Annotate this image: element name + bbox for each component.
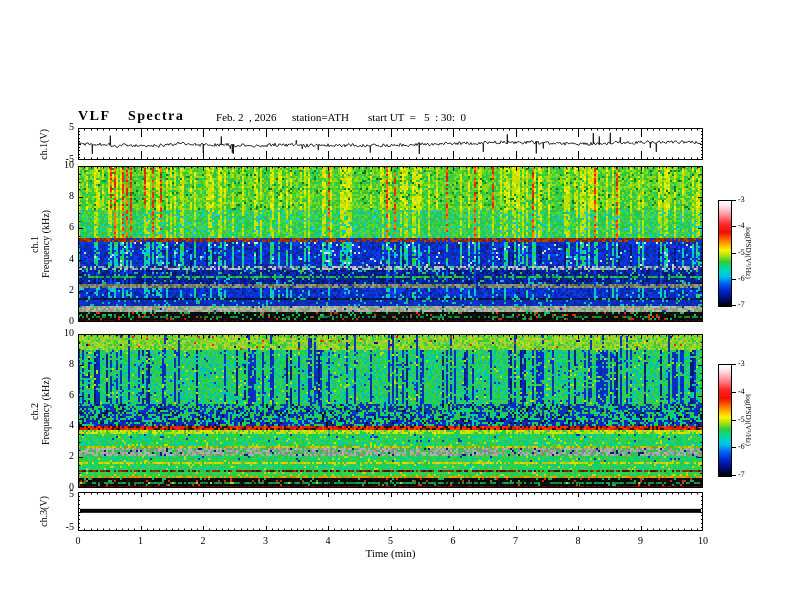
y-tick-label: -5	[65, 154, 74, 165]
ch2-spectrogram-panel	[78, 334, 703, 488]
y-tick-label: 2	[69, 451, 74, 463]
colorbar-tick-mark	[732, 391, 736, 393]
colorbar-tick-label: -5	[738, 247, 745, 257]
ch3-waveform-panel	[78, 492, 703, 531]
colorbar-tick-mark	[732, 475, 736, 476]
colorbar-tick-label: -6	[738, 442, 745, 452]
colorbar-tick-mark	[732, 419, 736, 421]
colorbar-tick-mark	[732, 226, 736, 228]
colorbar-tick-label: -7	[738, 300, 745, 309]
y-tick-label: 6	[69, 389, 74, 401]
ch3-volt-axis-title: ch.3(V)	[36, 492, 52, 531]
colorbar-1-title: log(PSD)(V²/Hz)	[744, 226, 753, 279]
page-title: VLF Spectra	[78, 109, 185, 124]
y-tick-label: 8	[69, 191, 74, 203]
y-tick-label: 5	[69, 488, 74, 500]
x-tick-label: 3	[263, 536, 268, 547]
spec1-axis-title-line2: Frequency (kHz)	[41, 209, 52, 279]
y-tick-label: 0	[69, 316, 74, 327]
colorbar-tick-mark	[732, 364, 736, 365]
colorbar-1	[718, 200, 732, 307]
ch1-spectrogram-panel	[78, 166, 703, 322]
x-tick-label: 6	[450, 536, 456, 547]
y-tick-label: 2	[69, 284, 74, 296]
colorbar-tick-label: -3	[738, 359, 745, 368]
y-tick-label: 4	[69, 253, 74, 265]
colorbar-2	[718, 364, 732, 477]
colorbar-tick-label: -5	[738, 414, 745, 424]
colorbar-2-title: log(PSD)(V²/Hz)	[744, 393, 753, 446]
spec2-axis-title-line2: Frequency (kHz)	[41, 376, 52, 446]
x-tick-label: 7	[513, 536, 518, 547]
x-tick-label: 4	[325, 536, 331, 547]
date-label: Feb. 2 , 2026	[216, 112, 277, 124]
x-tick-label: 0	[75, 536, 81, 547]
spec1-axis-title-line1: ch.1	[30, 235, 41, 253]
colorbar-tick-mark	[732, 305, 736, 306]
y-tick-label: -5	[65, 522, 74, 534]
station-label: station=ATH	[292, 112, 349, 124]
y-tick-label: 6	[69, 222, 74, 234]
ch1-volt-axis-title-text: ch.1(V)	[38, 128, 50, 160]
colorbar-tick-label: -7	[738, 470, 745, 479]
x-tick-label: 9	[638, 536, 643, 547]
colorbar-tick-mark	[732, 278, 736, 280]
y-tick-label: 8	[69, 358, 74, 370]
colorbar-tick-label: -4	[738, 221, 745, 231]
colorbar-tick-label: -3	[738, 195, 745, 204]
time-axis-title: Time (min)	[365, 548, 416, 560]
colorbar-tick-label: -6	[738, 273, 745, 283]
spec2-axis-title-line1: ch.2	[30, 402, 41, 420]
ch3-volt-axis-title-text: ch.3(V)	[38, 496, 50, 527]
ch1-waveform-panel	[78, 128, 703, 160]
colorbar-tick-label: -4	[738, 386, 745, 396]
spec2-axis-title: ch.2 Frequency (kHz)	[28, 334, 54, 488]
y-tick-label: 5	[69, 122, 74, 133]
colorbar-tick-mark	[732, 200, 736, 201]
vlf-spectra-figure: VLF Spectra Feb. 2 , 2026 station=ATH st…	[0, 0, 792, 612]
x-tick-label: 5	[388, 536, 393, 547]
colorbar-tick-mark	[732, 447, 736, 449]
x-tick-label: 2	[200, 536, 206, 547]
colorbar-tick-mark	[732, 252, 736, 254]
ch1-volt-axis-title: ch.1(V)	[36, 128, 52, 160]
spec1-axis-title: ch.1 Frequency (kHz)	[28, 166, 54, 322]
x-tick-label: 1	[138, 536, 143, 547]
y-tick-label: 4	[69, 420, 74, 432]
x-tick-label: 8	[575, 536, 581, 547]
start-ut-label: start UT = 5 : 30: 0	[368, 112, 466, 124]
x-tick-label: 10	[698, 536, 708, 547]
y-tick-label: 10	[64, 328, 74, 339]
